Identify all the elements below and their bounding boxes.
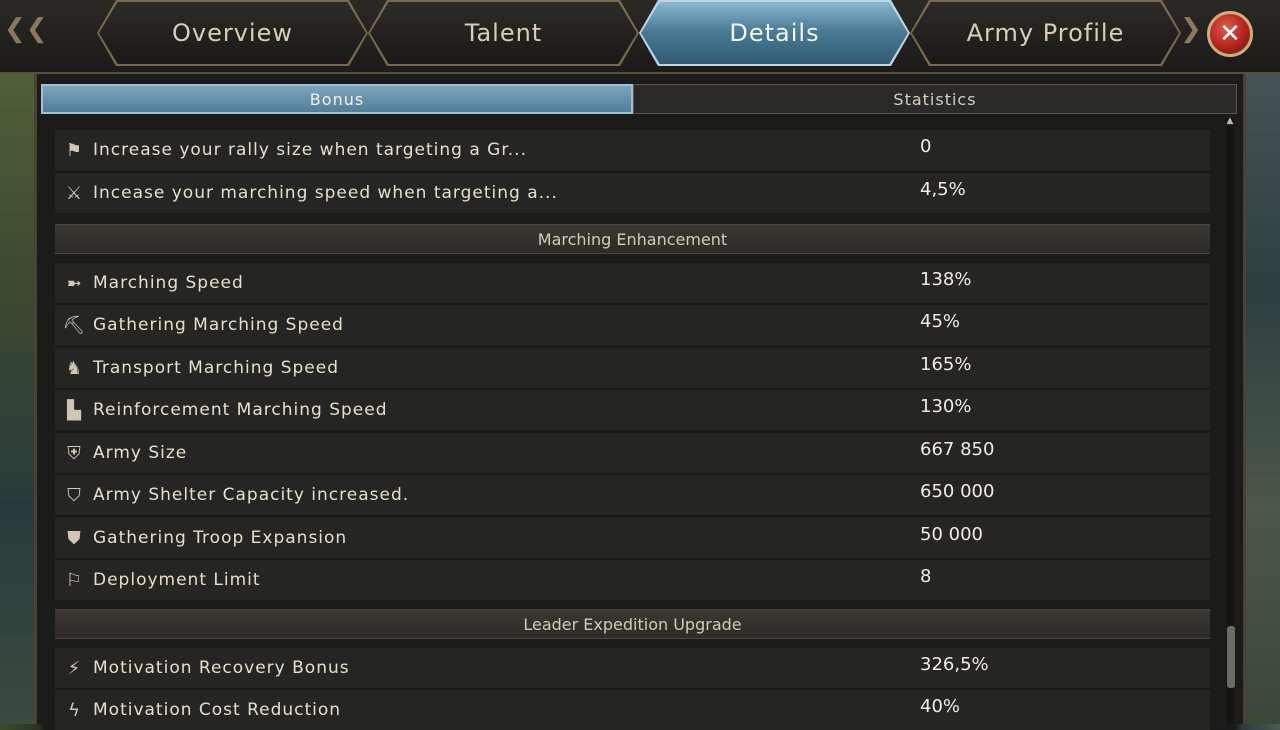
subtab-bonus-label: Bonus bbox=[309, 89, 365, 109]
list-item-label: Transport Marching Speed bbox=[93, 358, 339, 378]
tab-details-label: Details bbox=[729, 19, 820, 47]
list-item: ♞ Transport Marching Speed 165% bbox=[55, 348, 1210, 388]
list-item-value: 8 bbox=[920, 566, 932, 587]
list-item-label: Motivation Cost Reduction bbox=[93, 700, 342, 720]
list-item-value: 326,5% bbox=[920, 654, 989, 675]
marching-speed-icon: ➼ bbox=[66, 272, 82, 294]
list-item-label: Gathering Troop Expansion bbox=[93, 528, 348, 548]
close-icon: ✕ bbox=[1219, 19, 1241, 49]
section-title: Marching Enhancement bbox=[537, 229, 728, 249]
list-item: ⛨ Army Size 667 850 bbox=[55, 433, 1210, 473]
ornament-left-icon: ❮❮ bbox=[4, 14, 48, 44]
list-item: ⚑ Increase your rally size when targetin… bbox=[55, 130, 1210, 170]
list-item-label: Reinforcement Marching Speed bbox=[93, 400, 388, 420]
list-item-value: 50 000 bbox=[920, 524, 983, 545]
scroll-up-icon[interactable]: ▲ bbox=[1225, 116, 1235, 126]
list-item: ⛏ Gathering Marching Speed 45% bbox=[55, 305, 1210, 345]
list-item-label: Army Shelter Capacity increased. bbox=[93, 485, 410, 505]
pickaxe-icon: ⛏ bbox=[62, 314, 86, 336]
list-item-value: 165% bbox=[920, 354, 972, 375]
list-item-value: 130% bbox=[920, 396, 972, 417]
flag-icon: ⚐ bbox=[65, 569, 83, 591]
boot-icon: ▙ bbox=[67, 399, 81, 421]
section-header-marching: Marching Enhancement bbox=[55, 224, 1210, 254]
tab-overview-label: Overview bbox=[172, 19, 293, 47]
list-item: ▙ Reinforcement Marching Speed 130% bbox=[55, 390, 1210, 430]
list-item-label: Motivation Recovery Bonus bbox=[93, 658, 350, 678]
subtab-bonus[interactable]: Bonus bbox=[41, 84, 633, 114]
list-item: ϟ Motivation Cost Reduction 40% bbox=[55, 690, 1210, 730]
subtab-bar: Bonus Statistics bbox=[41, 84, 1237, 114]
background-right bbox=[1240, 0, 1280, 724]
list-item-label: Marching Speed bbox=[93, 273, 244, 293]
list-item: ➼ Marching Speed 138% bbox=[55, 263, 1210, 303]
shelter-icon: ⛉ bbox=[67, 484, 81, 506]
troop-shield-icon: ⛊ bbox=[67, 527, 81, 549]
tab-talent[interactable]: Talent bbox=[370, 2, 637, 64]
list-item-value: 0 bbox=[920, 136, 932, 157]
subtab-statistics[interactable]: Statistics bbox=[633, 84, 1237, 114]
tab-army-profile[interactable]: Army Profile bbox=[912, 2, 1179, 64]
list-item-label: Army Size bbox=[93, 443, 188, 463]
subtab-statistics-label: Statistics bbox=[893, 89, 977, 109]
list-item-label: Deployment Limit bbox=[93, 570, 261, 590]
army-shield-icon: ⛨ bbox=[67, 442, 81, 464]
march-target-icon: ⚔ bbox=[65, 182, 83, 204]
section-title: Leader Expedition Upgrade bbox=[523, 614, 742, 634]
list-item: ⚡ Motivation Recovery Bonus 326,5% bbox=[55, 648, 1210, 688]
list-item-value: 45% bbox=[920, 311, 961, 332]
tab-overview[interactable]: Overview bbox=[99, 2, 366, 64]
list-item-value: 138% bbox=[920, 269, 972, 290]
motivation-cost-icon: ϟ bbox=[68, 699, 80, 721]
list-item: ⛉ Army Shelter Capacity increased. 650 0… bbox=[55, 475, 1210, 515]
tab-bar: ❮❮ Overview Talent Details Army Profile … bbox=[0, 0, 1280, 74]
list-item-value: 667 850 bbox=[920, 439, 995, 460]
list-item-label: Increase your rally size when targeting … bbox=[93, 140, 527, 160]
tab-details[interactable]: Details bbox=[641, 2, 908, 64]
scrollbar-thumb[interactable] bbox=[1227, 626, 1235, 688]
horse-icon: ♞ bbox=[65, 357, 83, 379]
section-header-leader: Leader Expedition Upgrade bbox=[55, 609, 1210, 639]
list-item: ⚔ Incease your marching speed when targe… bbox=[55, 173, 1210, 213]
list-item-value: 650 000 bbox=[920, 481, 995, 502]
tab-army-profile-label: Army Profile bbox=[966, 19, 1125, 47]
rally-icon: ⚑ bbox=[65, 139, 83, 161]
list-item-label: Incease your marching speed when targeti… bbox=[93, 183, 558, 203]
list-item-value: 4,5% bbox=[920, 179, 966, 200]
list-item-value: 40% bbox=[920, 696, 961, 717]
list-item: ⚐ Deployment Limit 8 bbox=[55, 560, 1210, 600]
close-button[interactable]: ✕ bbox=[1207, 11, 1253, 57]
motivation-recovery-icon: ⚡ bbox=[67, 657, 81, 679]
tab-talent-label: Talent bbox=[464, 19, 543, 47]
list-item: ⛊ Gathering Troop Expansion 50 000 bbox=[55, 518, 1210, 558]
list-item-label: Gathering Marching Speed bbox=[93, 315, 344, 335]
